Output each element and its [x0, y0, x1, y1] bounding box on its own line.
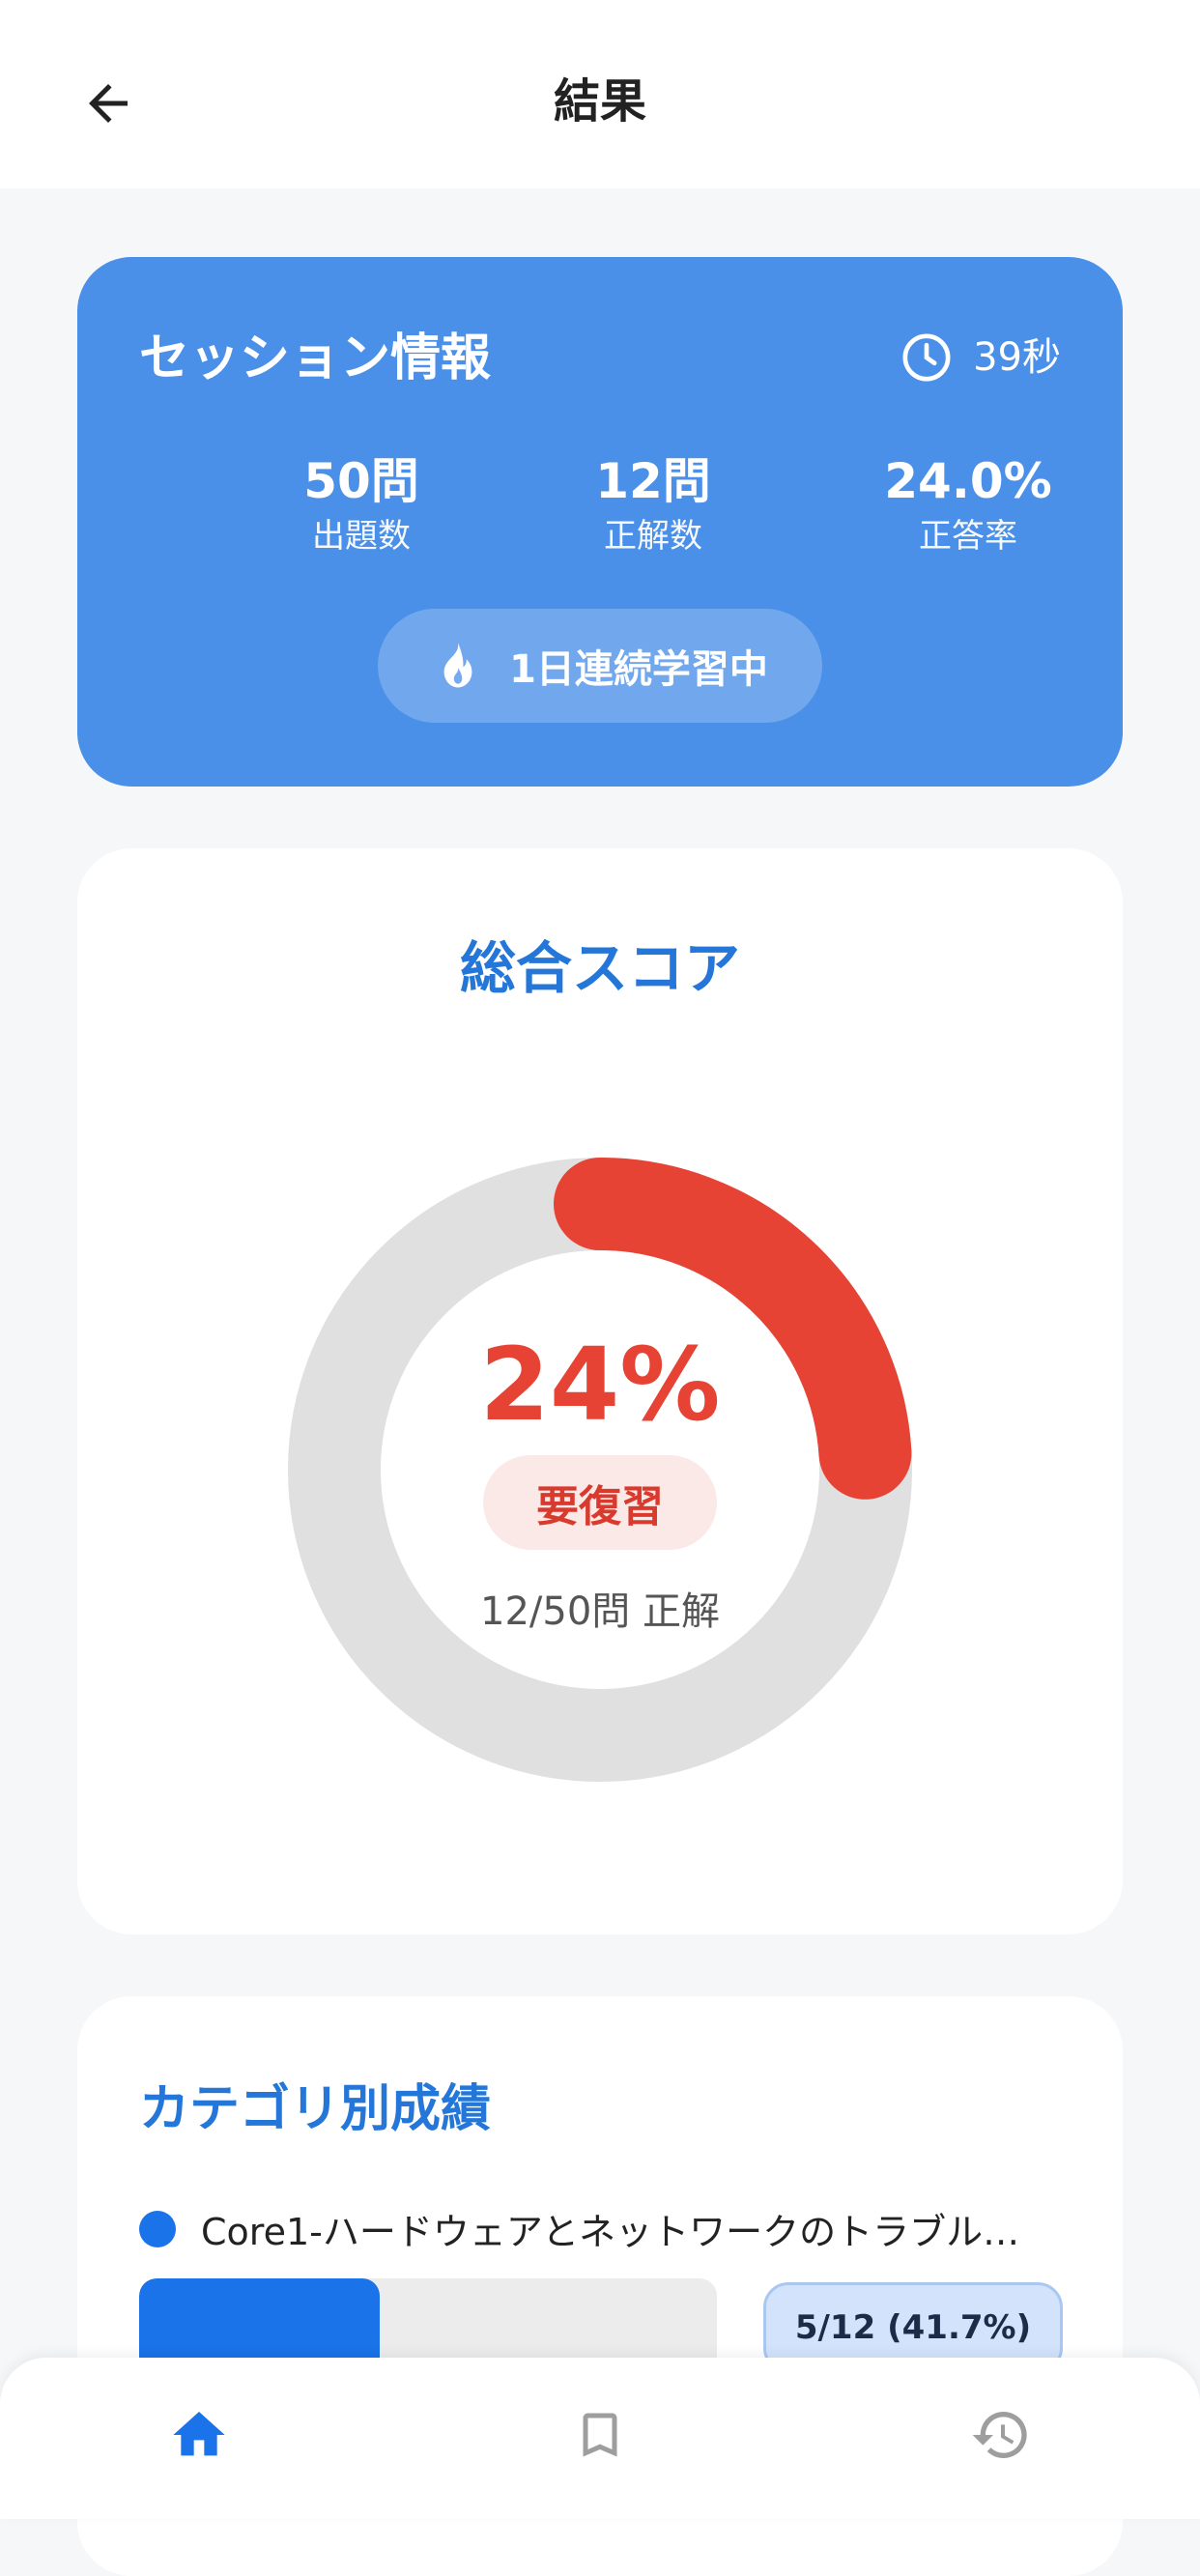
score-percent: 24% [479, 1326, 721, 1444]
home-icon [173, 2412, 225, 2456]
score-title: 総合スコア [459, 935, 740, 1001]
nav-history[interactable] [943, 2387, 1059, 2483]
session-stats: 50問 出題数 12問 正解数 24.0% 正答率 [77, 450, 1123, 576]
stat-questions: 50問 出題数 [216, 450, 506, 560]
stat-value: 12問 [595, 453, 711, 509]
stat-label: 出題数 [312, 517, 411, 556]
stat-correct: 12問 正解数 [508, 450, 798, 560]
clock-icon [902, 333, 951, 382]
streak-text: 1日連続学習中 [509, 647, 768, 692]
session-title: セッション情報 [139, 329, 492, 387]
category-color-dot [139, 2211, 176, 2247]
flame-icon [443, 643, 472, 688]
stat-value: 50問 [303, 453, 419, 509]
bookmark-icon [583, 2413, 617, 2457]
nav-home[interactable] [141, 2387, 257, 2483]
streak-badge: 1日連続学習中 [378, 609, 822, 723]
category-title: カテゴリ別成績 [139, 2080, 492, 2138]
history-icon [972, 2412, 1027, 2458]
app-header: 結果 [0, 0, 1200, 188]
nav-bookmarks[interactable] [542, 2387, 658, 2483]
session-time: 39秒 [900, 327, 1061, 388]
session-info-card: セッション情報 39秒 50問 出題数 12問 正解数 24.0% 正答率 1日… [77, 257, 1123, 787]
status-badge: 要復習 [483, 1455, 717, 1550]
stat-label: 正答率 [919, 517, 1017, 556]
category-name: Core1-ハードウェアとネットワークのトラブル… [201, 2211, 1020, 2253]
stat-value: 24.0% [884, 453, 1052, 509]
overall-score-card: 総合スコア 24% 要復習 12/50問 正解 [77, 848, 1123, 1934]
session-time-value: 39秒 [973, 335, 1061, 380]
stat-label: 正解数 [604, 517, 702, 556]
score-detail: 12/50問 正解 [480, 1589, 720, 1634]
page-title: 結果 [553, 74, 646, 129]
bottom-navigation [0, 2358, 1200, 2519]
stat-accuracy: 24.0% 正答率 [823, 450, 1113, 560]
